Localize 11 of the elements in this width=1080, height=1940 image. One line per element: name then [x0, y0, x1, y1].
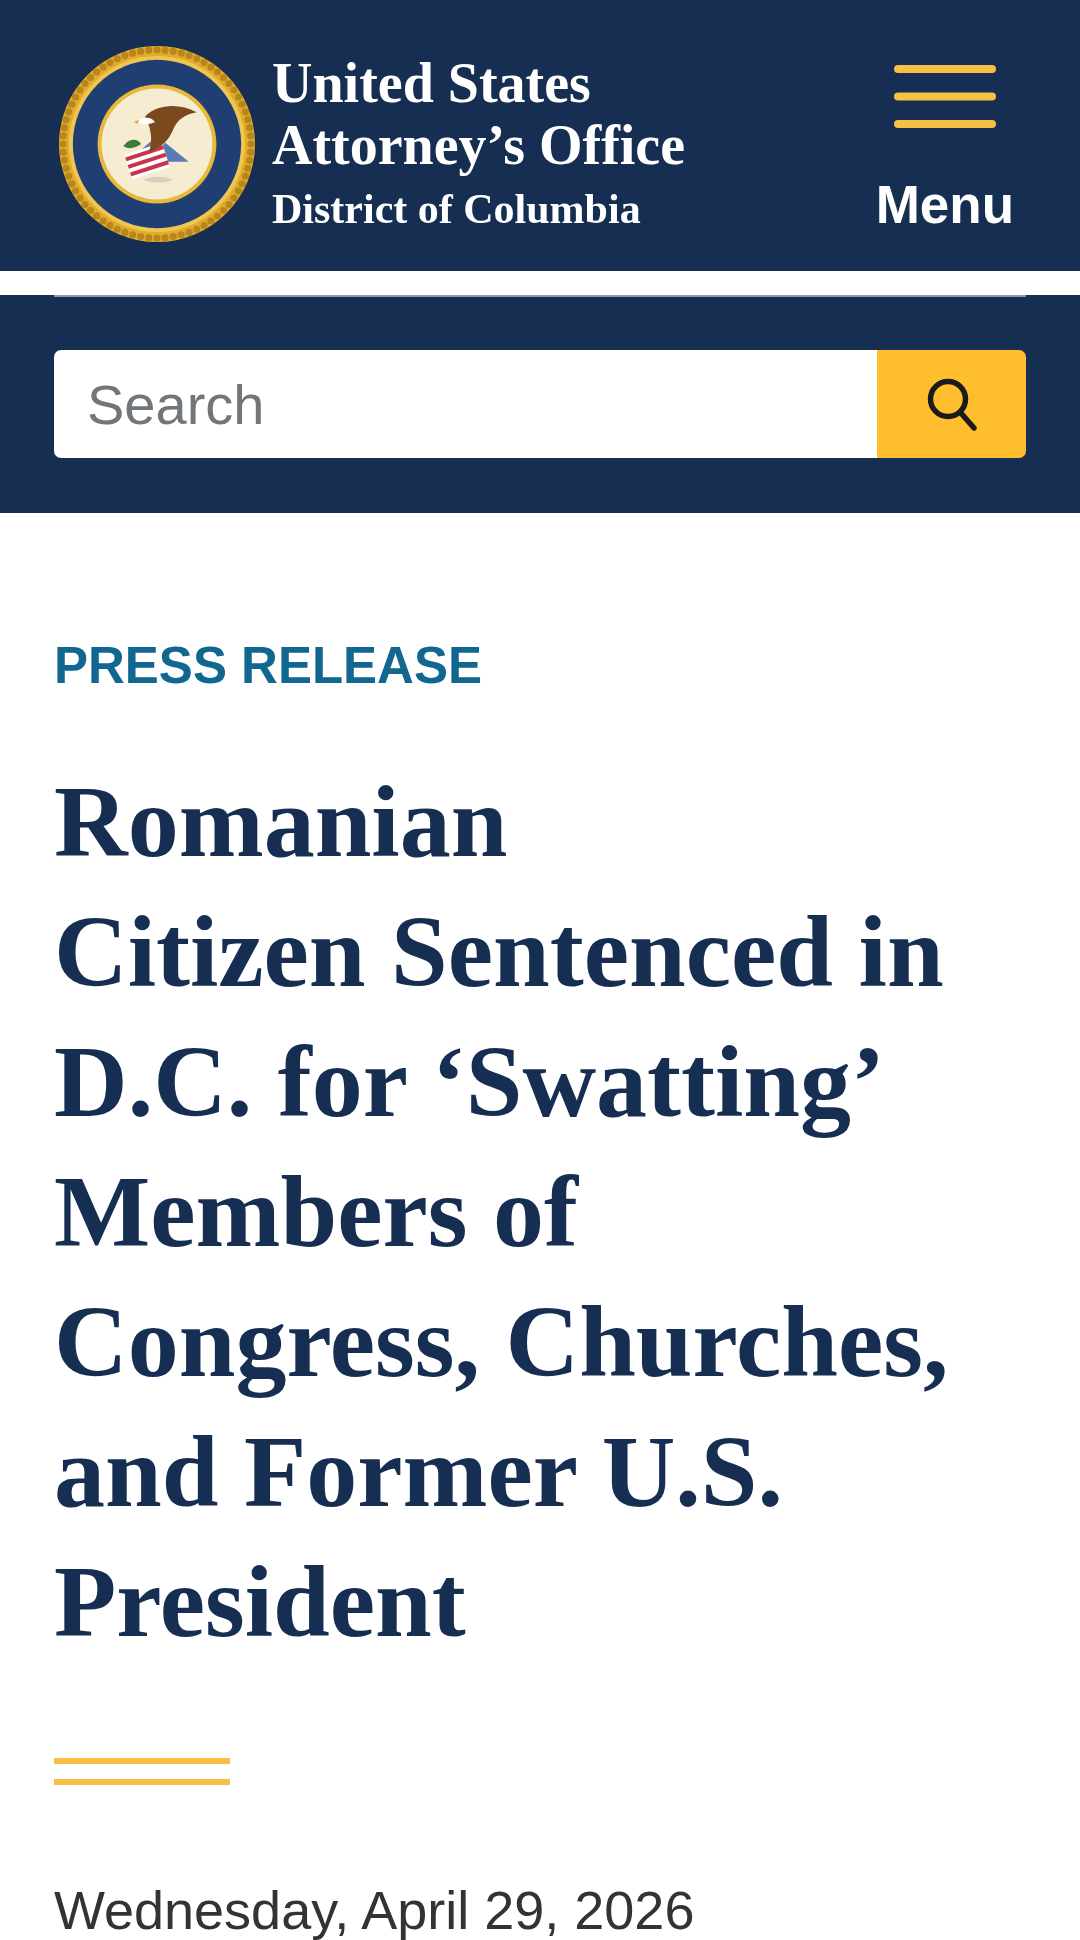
menu-icon — [893, 65, 996, 128]
menu-button[interactable]: Menu — [875, 65, 1014, 235]
category-label: PRESS RELEASE — [54, 636, 482, 696]
search-field[interactable]: Search — [54, 350, 877, 458]
seal-logo[interactable] — [58, 45, 256, 243]
headline: Romanian Citizen Sentenced in D.C. for ‘Swatting’ Members of Congress, Churches, and Former U.S. President — [54, 764, 950, 1660]
date-text: Wednesday, April 29, 2026 — [54, 1880, 695, 1940]
district-subtitle: District of Columbia — [272, 185, 642, 234]
search-icon — [926, 377, 977, 431]
search-button[interactable] — [877, 350, 1026, 458]
agency-title: United States Attorney’s Office — [272, 52, 687, 176]
